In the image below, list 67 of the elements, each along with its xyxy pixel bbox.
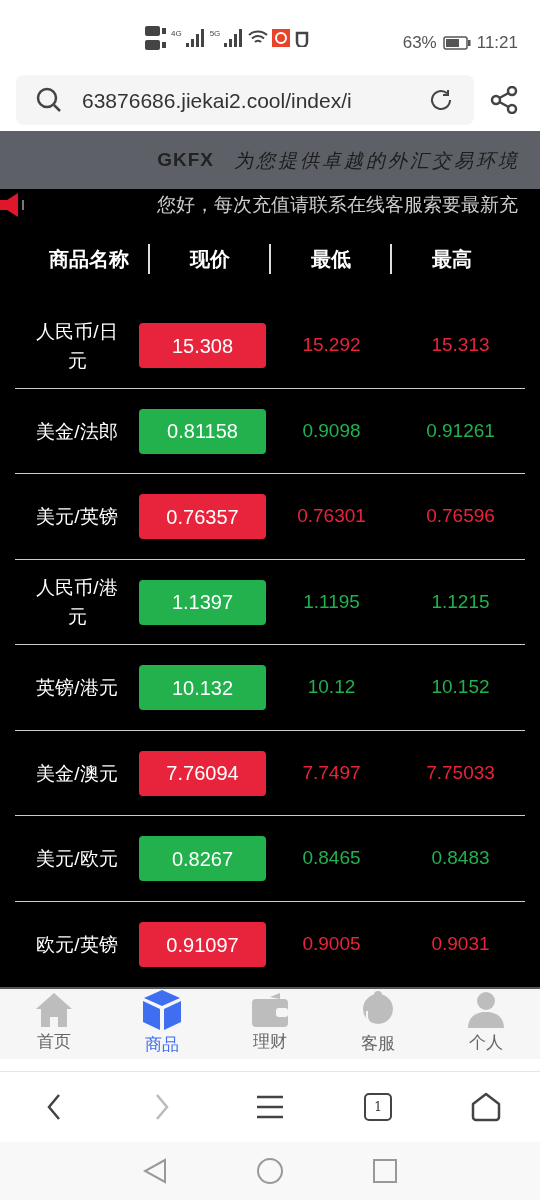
home-icon[interactable]	[471, 1092, 501, 1123]
column-header: 现价	[189, 248, 230, 271]
price-badge: 15.308	[139, 323, 266, 369]
nav-tab[interactable]: 客服	[324, 989, 432, 1059]
menu-icon[interactable]	[257, 1095, 283, 1120]
signal-icon	[224, 29, 245, 47]
high-price: 10.152	[431, 676, 490, 698]
nav-tab[interactable]: 个人	[432, 989, 540, 1059]
price-badge: 1.1397	[139, 579, 266, 625]
battery-icon	[442, 35, 471, 50]
pair-name: 英镑/港元	[35, 676, 119, 701]
low-price: 0.9098	[302, 419, 361, 441]
low-price: 15.292	[302, 334, 361, 356]
tabs-button[interactable]: 1	[364, 1093, 392, 1122]
back-icon[interactable]	[47, 1094, 61, 1121]
high-price: 0.91261	[426, 419, 495, 441]
home-icon	[36, 993, 72, 1028]
clock: 11:21	[476, 32, 518, 54]
high-price: 1.1215	[431, 590, 490, 612]
banner-slogan: 为您提供卓越的外汇交易环境	[234, 148, 520, 174]
nav-tab[interactable]: 首页	[0, 989, 108, 1059]
cube-icon	[143, 990, 181, 1031]
pair-name: 美金/法郎	[35, 419, 119, 444]
network-label: 4G	[171, 28, 182, 40]
price-badge: 0.91097	[139, 922, 266, 968]
pair-name: 欧元/英镑	[35, 933, 119, 958]
hd-icon	[145, 24, 167, 52]
url-text: 63876686.jiekai2.cool/index/i	[82, 87, 353, 114]
column-header: 商品名称	[48, 248, 129, 271]
speaker-icon	[0, 192, 26, 219]
high-price: 0.8483	[431, 847, 490, 869]
column-header: 最低	[310, 248, 351, 271]
share-icon[interactable]	[490, 86, 518, 115]
high-price: 15.313	[431, 334, 490, 356]
low-price: 10.12	[307, 676, 356, 698]
pair-name: 美金/澳元	[35, 761, 119, 786]
low-price: 7.7497	[302, 761, 361, 783]
search-icon	[36, 87, 62, 114]
price-badge: 0.8267	[139, 836, 266, 882]
notice-text: 您好，每次充值请联系在线客服索要最新充	[157, 193, 518, 218]
price-badge: 0.76357	[139, 494, 266, 540]
column-header: 最高	[431, 248, 472, 271]
low-price: 0.8465	[302, 847, 361, 869]
nav-tab[interactable]: 商品	[108, 989, 216, 1059]
battery-percent: 63%	[402, 32, 437, 54]
network-label: 5G	[209, 28, 221, 40]
nav-tab[interactable]: 理财	[216, 989, 324, 1059]
price-badge: 0.81158	[139, 408, 266, 454]
low-price: 0.9005	[302, 933, 361, 955]
high-price: 7.75033	[426, 761, 495, 783]
person-icon	[468, 992, 504, 1029]
logo: GKFX	[157, 148, 214, 173]
signal-icon	[185, 29, 206, 47]
high-price: 0.76596	[426, 505, 495, 527]
pair-name: 美元/欧元	[35, 847, 119, 872]
wallet-icon	[252, 993, 288, 1028]
high-price: 0.9031	[431, 933, 490, 955]
app-icon	[272, 29, 291, 47]
low-price: 1.1195	[303, 590, 360, 612]
low-price: 0.76301	[297, 505, 366, 527]
address-bar[interactable]: 63876686.jiekai2.cool/index/i	[16, 75, 474, 126]
price-badge: 10.132	[139, 665, 266, 711]
pair-name: 美元/英镑	[35, 505, 119, 530]
pair-name: 人民币/港元	[35, 576, 119, 630]
price-badge: 7.76094	[139, 750, 266, 796]
recents-icon[interactable]	[373, 1159, 397, 1184]
pair-name: 人民币/日元	[35, 319, 119, 373]
